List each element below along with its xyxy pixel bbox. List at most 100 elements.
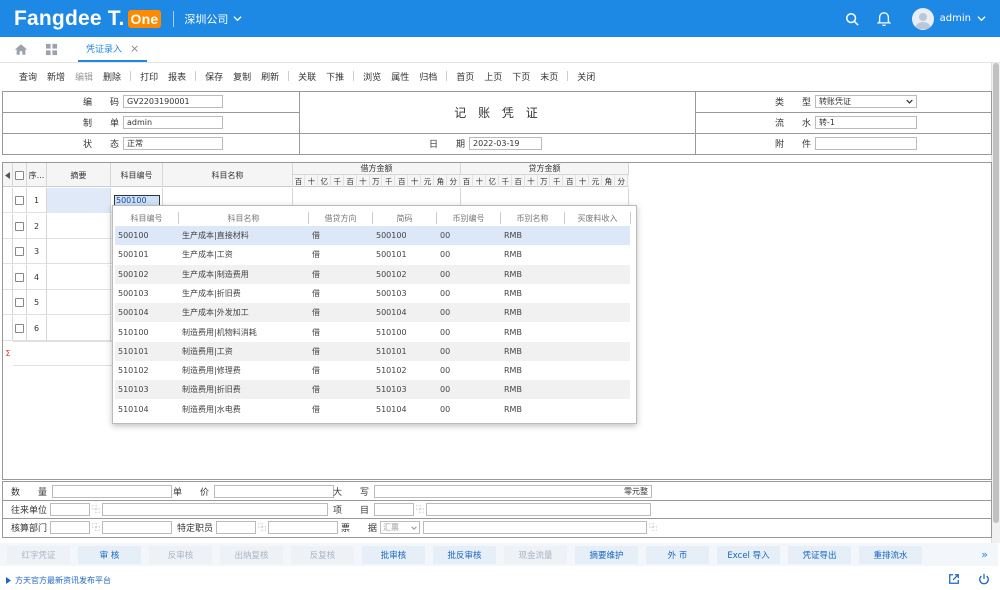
capital-amount-input[interactable]: 零元整 (374, 485, 653, 498)
code-input[interactable]: GV2203190001 (123, 95, 224, 108)
staff-name-input[interactable] (268, 521, 339, 534)
summary-cell[interactable] (47, 315, 111, 341)
attachment-field: 附 件 (775, 137, 918, 150)
avatar[interactable] (911, 7, 934, 30)
app-logo[interactable]: Fangdee T. One (14, 7, 162, 31)
toolbar-button[interactable]: 保存 (200, 70, 228, 83)
scrollbar-thumb[interactable] (993, 63, 999, 523)
action-button[interactable]: 批反审核 (433, 545, 496, 564)
summary-cell[interactable] (47, 213, 111, 239)
maker-input[interactable]: admin (123, 116, 224, 129)
toolbar-button[interactable]: 关联 (293, 70, 321, 83)
action-button[interactable]: 外 币 (646, 545, 709, 564)
action-button[interactable]: Excel 导入 (717, 545, 780, 564)
toolbar-button[interactable]: 关闭 (572, 70, 600, 83)
power-icon[interactable] (978, 573, 990, 585)
project-code-input[interactable] (374, 503, 415, 516)
lookup-icon[interactable]: ⿻ (92, 522, 100, 533)
quantity-input[interactable] (52, 485, 173, 498)
toolbar-button[interactable]: 下推 (321, 70, 349, 83)
user-name[interactable]: admin (940, 13, 971, 24)
date-input[interactable]: 2022-03-19 (469, 137, 543, 150)
row-checkbox[interactable] (13, 213, 27, 239)
row-checkbox[interactable] (13, 290, 27, 315)
lookup-row[interactable]: 500100 生产成本|直接材料 借 500100 00 RMB (115, 226, 630, 245)
lookup-row[interactable]: 510100 制造费用|机物料消耗 借 510100 00 RMB (115, 323, 630, 342)
lookup-icon[interactable]: ⿻ (416, 504, 424, 515)
summary-cell[interactable] (47, 290, 111, 315)
toolbar-button[interactable]: 新增 (42, 70, 70, 83)
close-icon[interactable]: × (130, 42, 139, 55)
action-button[interactable]: 凭证导出 (788, 545, 851, 564)
department-name-input[interactable] (102, 521, 173, 534)
price-input[interactable] (214, 485, 335, 498)
toolbar-button[interactable]: 编辑 (70, 70, 98, 83)
company-switcher[interactable]: 深圳公司 (184, 11, 242, 27)
toolbar-button[interactable]: 复制 (228, 70, 256, 83)
search-button[interactable] (836, 0, 868, 37)
status-input[interactable]: 正常 (123, 137, 224, 150)
lookup-row[interactable]: 500102 生产成本|制造费用 借 500102 00 RMB (115, 264, 630, 284)
tab-voucher-entry[interactable]: 凭证录入 × (78, 37, 148, 62)
notification-button[interactable] (868, 0, 900, 37)
staff-code-input[interactable] (216, 521, 257, 534)
bill-number-input[interactable] (423, 521, 648, 534)
type-select[interactable]: 转账凭证 (815, 95, 918, 108)
toolbar-button[interactable]: 打印 (135, 70, 163, 83)
lookup-row[interactable]: 500103 生产成本|折旧费 借 500103 00 RMB (115, 284, 630, 303)
action-button[interactable]: 现金流量 (504, 545, 567, 564)
toolbar-button[interactable]: 下页 (507, 70, 535, 83)
lookup-cell: RMB (504, 366, 522, 376)
serial-input[interactable]: 转-1 (815, 116, 918, 129)
action-button[interactable]: 摘要维护 (575, 545, 638, 564)
partner-code-input[interactable] (50, 503, 91, 516)
toolbar-button[interactable]: 浏览 (358, 70, 386, 83)
toolbar-button[interactable]: 刷新 (256, 70, 284, 83)
action-button[interactable]: 批审核 (362, 545, 425, 564)
attachment-input[interactable] (815, 137, 918, 150)
row-checkbox[interactable] (13, 264, 27, 290)
toolbar-button[interactable]: 首页 (451, 70, 479, 83)
partner-field: 往来单位 ⿻ (11, 503, 329, 516)
toolbar-button[interactable]: 删除 (98, 70, 126, 83)
action-button[interactable]: 红字凭证 (7, 545, 70, 564)
toolbar-button[interactable]: 属性 (386, 70, 414, 83)
toolbar-button[interactable]: 报表 (163, 70, 191, 83)
department-code-input[interactable] (50, 521, 91, 534)
summary-cell[interactable] (47, 264, 111, 290)
home-tab[interactable] (6, 37, 36, 62)
toolbar-button[interactable]: 末页 (535, 70, 563, 83)
action-button[interactable]: 反复核 (291, 545, 354, 564)
lookup-row[interactable]: 510104 制造费用|水电费 借 510104 00 RMB (115, 400, 630, 419)
project-name-input[interactable] (426, 503, 652, 516)
toolbar-button[interactable]: 查询 (14, 70, 42, 83)
news-link[interactable]: 方天官方最新资讯发布平台 (15, 575, 111, 586)
chevron-down-icon[interactable] (977, 14, 986, 23)
bill-type-select[interactable]: 汇票 (380, 521, 421, 534)
action-button[interactable]: 审 核 (78, 545, 141, 564)
chevrons-right-icon[interactable]: » (981, 548, 988, 561)
lookup-icon[interactable]: ⿻ (258, 522, 266, 533)
action-button[interactable]: 反审核 (149, 545, 212, 564)
lookup-row[interactable]: 500101 生产成本|工资 借 500101 00 RMB (115, 245, 630, 264)
lookup-row[interactable]: 510102 制造费用|修理费 借 510102 00 RMB (115, 361, 630, 380)
row-checkbox[interactable] (13, 188, 27, 213)
apps-tab[interactable] (36, 37, 66, 62)
toolbar-button[interactable]: 上页 (479, 70, 507, 83)
lookup-row[interactable]: 510101 制造费用|工资 借 510101 00 RMB (115, 341, 630, 361)
action-button[interactable]: 重排流水 (859, 545, 922, 564)
external-link-icon[interactable] (948, 573, 960, 585)
lookup-icon[interactable]: ⿻ (92, 504, 100, 515)
lookup-row[interactable]: 510103 制造费用|折旧费 借 510103 00 RMB (115, 380, 630, 400)
toolbar-button[interactable]: 归档 (414, 70, 442, 83)
summary-cell[interactable] (47, 239, 111, 264)
summary-cell[interactable] (47, 188, 111, 213)
select-all-checkbox[interactable] (13, 163, 27, 187)
row-checkbox[interactable] (13, 239, 27, 264)
partner-name-input[interactable] (102, 503, 329, 516)
lookup-row[interactable]: 500104 生产成本|外发加工 借 500104 00 RMB (115, 303, 630, 323)
lookup-icon[interactable]: ⿻ (649, 522, 657, 533)
vertical-scrollbar[interactable] (991, 63, 1000, 543)
row-checkbox[interactable] (13, 315, 27, 341)
action-button[interactable]: 出纳复核 (220, 545, 283, 564)
